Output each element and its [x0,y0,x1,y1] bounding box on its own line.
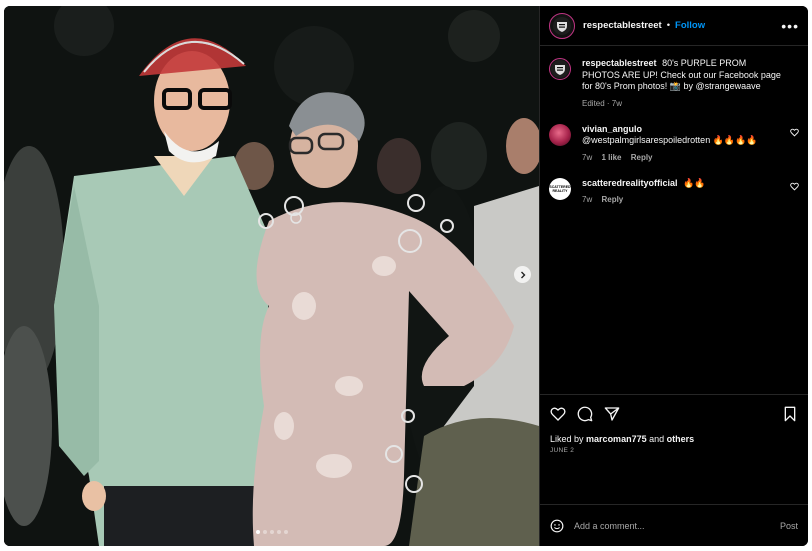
carousel-dot [255,530,260,534]
header-separator: • [666,20,671,31]
shield-logo-icon [557,21,567,32]
liked-prefix: Liked by [550,434,584,444]
reply-button[interactable]: Reply [631,153,653,162]
list-item: SCATTERED REALITY scatteredrealityoffici… [549,177,799,204]
carousel-dot [276,530,281,534]
carousel-dot [262,530,267,534]
liked-by-user[interactable]: marcoman775 [586,434,647,444]
comment-text: 🔥🔥 [683,177,706,188]
carousel-dot [283,530,288,534]
bookmark-icon[interactable] [782,406,798,422]
comment-icon[interactable] [577,406,593,422]
author-avatar[interactable] [549,12,575,39]
heart-icon[interactable] [790,182,799,191]
emoji-icon[interactable] [550,519,564,533]
comment-age: 7w [582,152,593,162]
comments-list[interactable]: respectablestreet 80's PURPLE PROM PHOTO… [540,46,808,394]
party-photo-illustration [4,6,539,546]
comment-text: @westpalmgirlsarespoiledrotten 🔥🔥🔥🔥 [582,135,758,145]
list-item: vivian_angulo @westpalmgirlsarespoiledro… [549,123,799,162]
author-username[interactable]: respectablestreet [583,20,662,31]
reply-button[interactable]: Reply [601,195,623,204]
heart-icon[interactable] [550,406,566,422]
post-side-panel: respectablestreet • Follow ••• respectab… [539,6,808,546]
commenter-username[interactable]: scatteredrealityofficial [582,178,678,188]
edited-label: Edited · 7w [582,98,623,108]
post-modal: respectablestreet • Follow ••• respectab… [4,6,808,546]
caption-username[interactable]: respectablestreet [582,58,657,68]
chevron-right-icon [520,271,525,278]
carousel-indicator [4,530,539,534]
comment-input[interactable]: Add a comment... [574,521,780,531]
author-avatar[interactable] [549,58,571,80]
post-actions: Liked by marcoman775 and others JUNE 2 [540,394,808,504]
next-photo-button[interactable] [514,266,531,283]
post-comment-button[interactable]: Post [780,521,798,531]
avatar-logo-text: SCATTERED REALITY [549,184,571,193]
comment-likes[interactable]: 1 like [601,153,621,162]
commenter-avatar[interactable]: SCATTERED REALITY [549,177,571,200]
liked-by-summary: Liked by marcoman775 and others [550,434,798,444]
post-header: respectablestreet • Follow ••• [540,6,808,46]
heart-icon[interactable] [790,128,799,137]
commenter-avatar[interactable] [549,123,571,146]
comment-composer: Add a comment... Post [540,504,808,546]
caption-row: respectablestreet 80's PURPLE PROM PHOTO… [549,58,799,108]
more-options-button[interactable]: ••• [781,18,799,34]
liked-by-others[interactable]: others [667,434,695,444]
carousel-dot [269,530,274,534]
post-photo[interactable] [4,6,539,546]
post-date: JUNE 2 [550,447,575,454]
follow-button[interactable]: Follow [675,20,705,31]
shield-logo-icon [555,65,565,75]
commenter-username[interactable]: vivian_angulo [582,124,642,134]
share-icon[interactable] [604,406,620,422]
liked-and: and [649,434,665,444]
comment-age: 7w [582,195,593,204]
